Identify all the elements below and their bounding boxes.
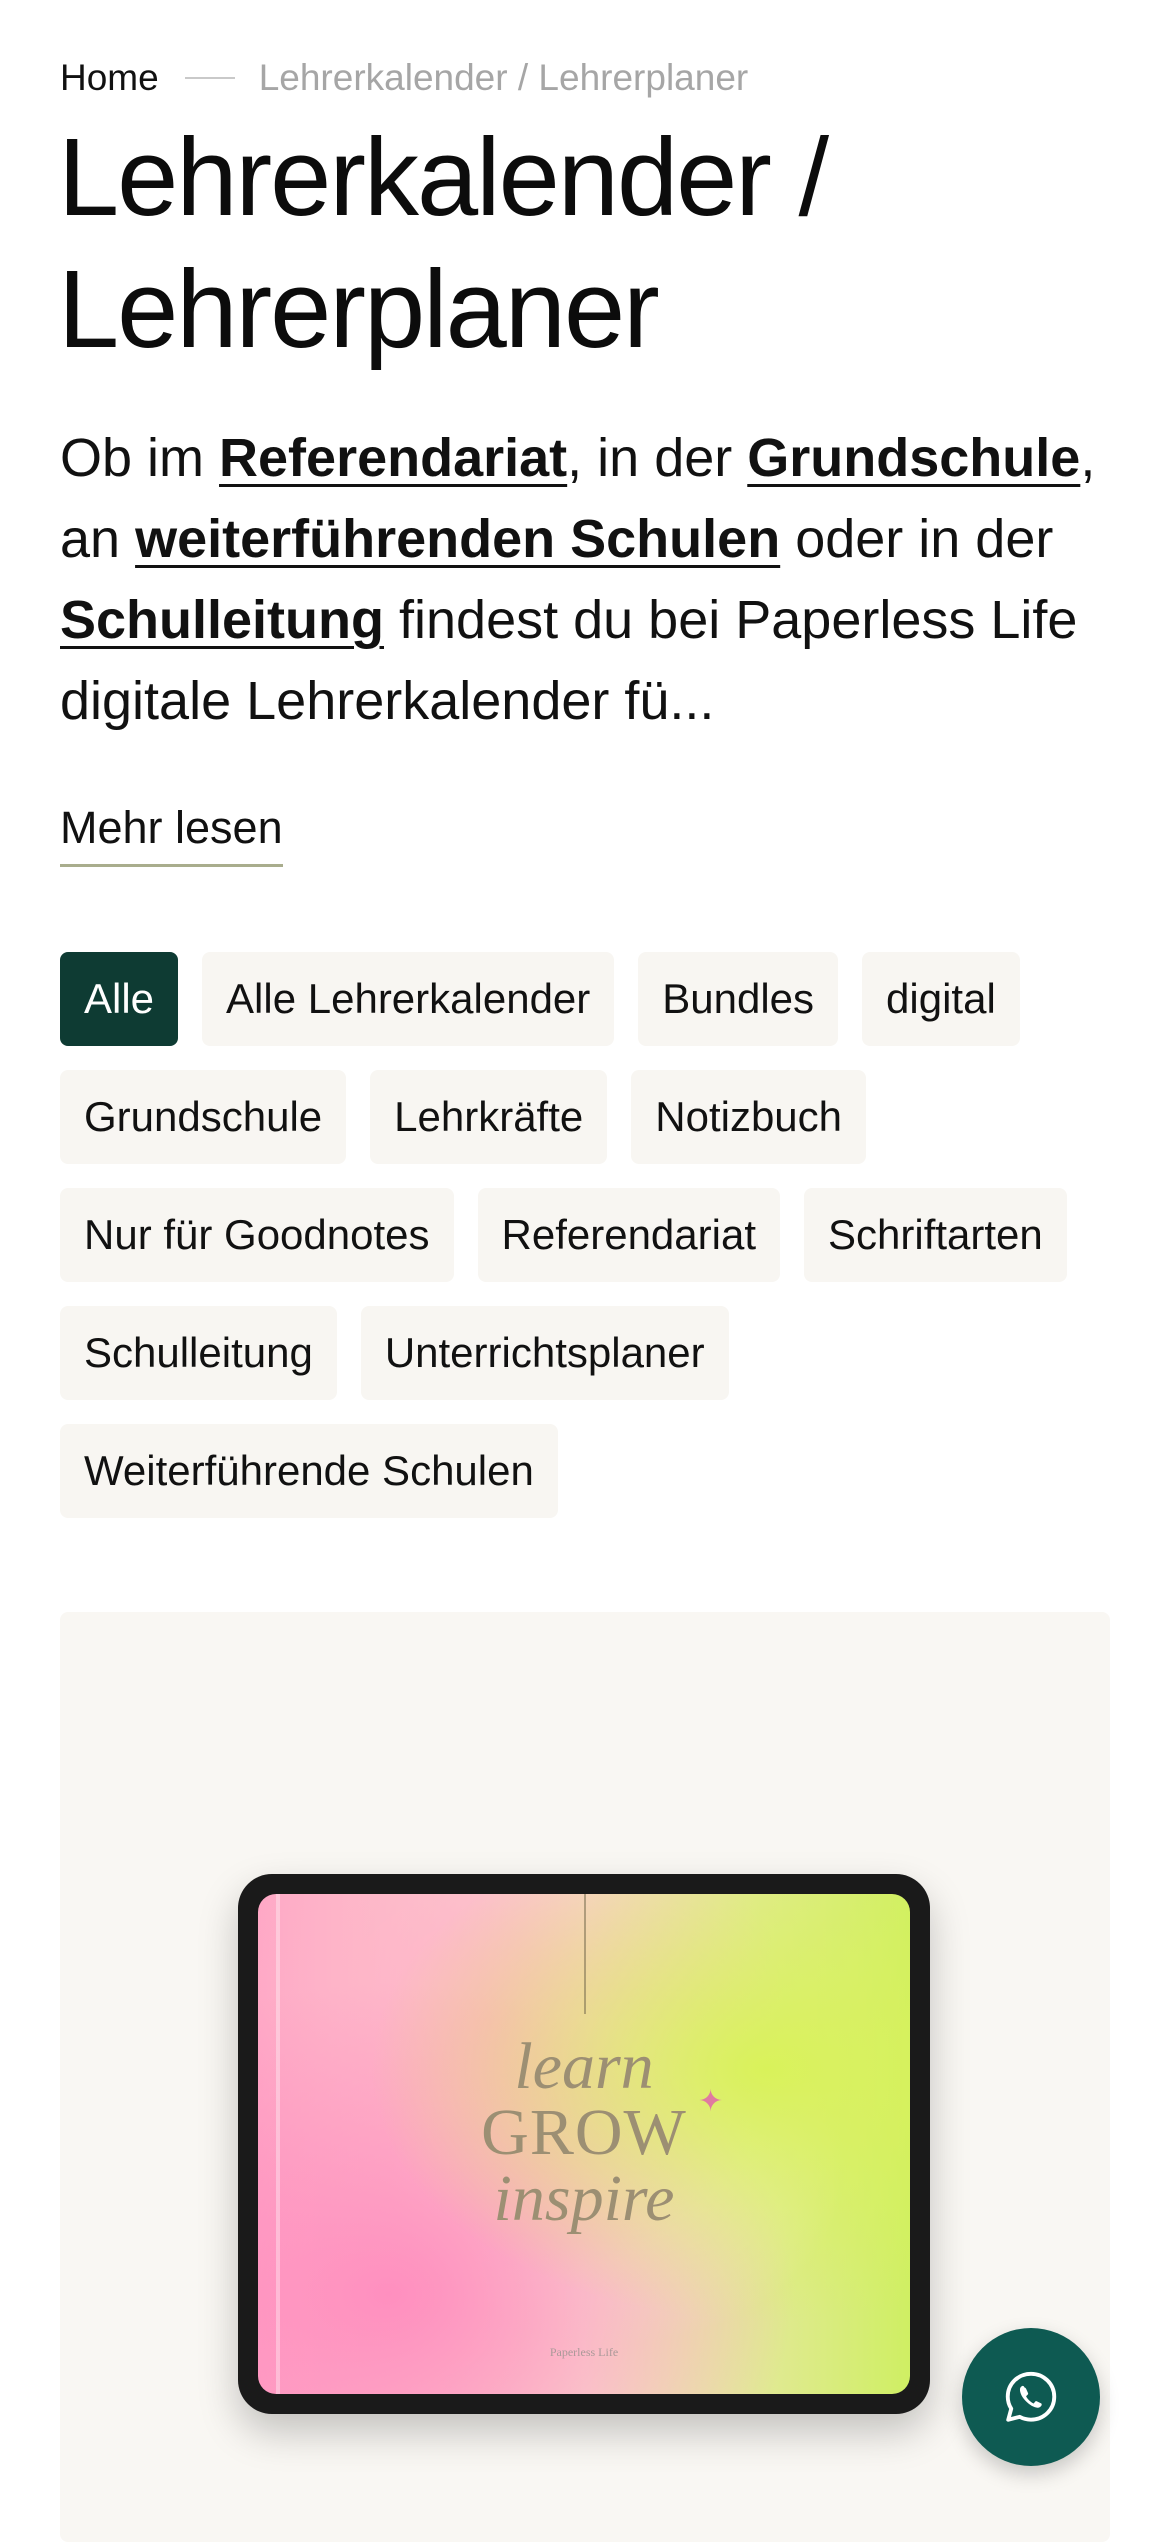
filter-chip-alle[interactable]: Alle — [60, 952, 179, 1046]
filter-chip-lehrkraefte[interactable]: Lehrkräfte — [370, 1070, 608, 1164]
link-referendariat[interactable]: Referendariat — [219, 428, 567, 488]
intro-text: oder in der — [780, 509, 1054, 569]
filter-chip-nur-fuer-goodnotes[interactable]: Nur für Goodnotes — [60, 1188, 454, 1282]
filter-chip-grundschule[interactable]: Grundschule — [60, 1070, 347, 1164]
breadcrumb-current: Lehrerkalender / Lehrerplaner — [258, 57, 749, 98]
cover-word-learn: learn — [514, 2030, 654, 2103]
filter-chip-schulleitung[interactable]: Schulleitung — [60, 1306, 337, 1400]
filter-chip-digital[interactable]: digital — [862, 952, 1020, 1046]
cover-brand: Paperless Life — [549, 2345, 619, 2359]
cover-word-inspire: inspire — [493, 2162, 675, 2235]
collection-description: Ob im Referendariat, in der Grundschule,… — [60, 418, 1120, 742]
cover-word-grow: GROW — [481, 2096, 687, 2169]
link-grundschule[interactable]: Grundschule — [747, 428, 1080, 488]
filter-chips: Alle Alle Lehrerkalender Bundles digital… — [60, 952, 1120, 1518]
filter-chip-schriftarten[interactable]: Schriftarten — [804, 1188, 1067, 1282]
filter-chip-weiterfuehrende-schulen[interactable]: Weiterführende Schulen — [60, 1424, 558, 1518]
read-more-link[interactable]: Mehr lesen — [60, 798, 283, 867]
filter-chip-notizbuch[interactable]: Notizbuch — [631, 1070, 867, 1164]
breadcrumb: Home Lehrerkalender / Lehrerplaner — [60, 54, 748, 102]
link-weiterfuehrende-schulen[interactable]: weiterführenden Schulen — [135, 509, 780, 569]
cover-lettering: learn GROW inspire — [258, 2034, 910, 2232]
breadcrumb-home-link[interactable]: Home — [60, 54, 159, 102]
breadcrumb-separator — [184, 77, 235, 79]
product-card[interactable]: ✦ learn GROW inspire Paperless Life — [60, 1612, 1110, 2542]
page-title: Lehrerkalender / Lehrerplaner — [58, 116, 829, 371]
whatsapp-icon — [1005, 2371, 1057, 2422]
tablet-screen: ✦ learn GROW inspire Paperless Life — [258, 1894, 910, 2394]
product-image-tablet: ✦ learn GROW inspire Paperless Life — [238, 1874, 930, 2414]
link-schulleitung[interactable]: Schulleitung — [60, 590, 384, 650]
filter-chip-unterrichtsplaner[interactable]: Unterrichtsplaner — [360, 1306, 729, 1400]
filter-chip-bundles[interactable]: Bundles — [638, 952, 839, 1046]
filter-chip-referendariat[interactable]: Referendariat — [477, 1188, 780, 1282]
intro-text: Ob im — [60, 428, 220, 488]
filter-chip-alle-lehrerkalender[interactable]: Alle Lehrerkalender — [202, 952, 615, 1046]
decorative-line — [584, 1894, 586, 2014]
intro-text: , in der — [567, 428, 748, 488]
whatsapp-chat-button[interactable] — [962, 2328, 1100, 2466]
